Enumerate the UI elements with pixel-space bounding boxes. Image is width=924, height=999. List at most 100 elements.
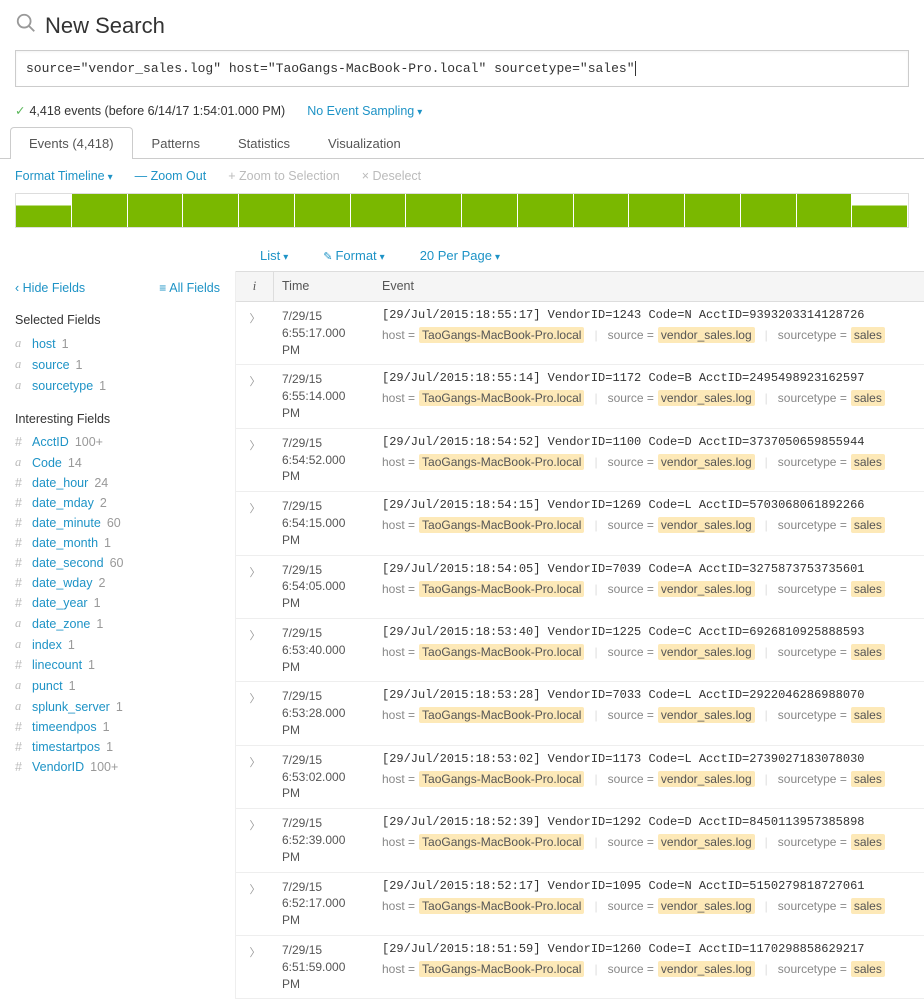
expand-event-button[interactable]: 〉 xyxy=(236,942,274,992)
timeline-segment[interactable] xyxy=(518,194,574,227)
zoom-out-button[interactable]: — Zoom Out xyxy=(135,169,207,183)
meta-host[interactable]: TaoGangs-MacBook-Pro.local xyxy=(419,581,584,597)
hide-fields-button[interactable]: ‹ Hide Fields xyxy=(15,281,85,295)
event-raw[interactable]: [29/Jul/2015:18:55:17] VendorID=1243 Cod… xyxy=(382,308,916,322)
meta-sourcetype[interactable]: sales xyxy=(851,961,885,977)
field-item-Code[interactable]: aCode14 xyxy=(15,452,220,473)
events-col-event[interactable]: Event xyxy=(374,272,924,301)
meta-source[interactable]: vendor_sales.log xyxy=(658,834,755,850)
search-input[interactable]: source="vendor_sales.log" host="TaoGangs… xyxy=(15,50,909,87)
meta-source[interactable]: vendor_sales.log xyxy=(658,898,755,914)
field-item-date_second[interactable]: #date_second60 xyxy=(15,553,220,573)
field-item-date_hour[interactable]: #date_hour24 xyxy=(15,473,220,493)
event-raw[interactable]: [29/Jul/2015:18:52:17] VendorID=1095 Cod… xyxy=(382,879,916,893)
expand-event-button[interactable]: 〉 xyxy=(236,435,274,485)
meta-source[interactable]: vendor_sales.log xyxy=(658,644,755,660)
timeline-segment[interactable] xyxy=(295,194,351,227)
timeline-segment[interactable] xyxy=(462,194,518,227)
tab-events[interactable]: Events (4,418) xyxy=(10,127,133,159)
meta-sourcetype[interactable]: sales xyxy=(851,327,885,343)
meta-host[interactable]: TaoGangs-MacBook-Pro.local xyxy=(419,834,584,850)
field-item-date_zone[interactable]: adate_zone1 xyxy=(15,613,220,634)
meta-host[interactable]: TaoGangs-MacBook-Pro.local xyxy=(419,707,584,723)
field-item-AcctID[interactable]: #AcctID100+ xyxy=(15,432,220,452)
meta-sourcetype[interactable]: sales xyxy=(851,644,885,660)
timeline-segment[interactable] xyxy=(72,194,128,227)
event-raw[interactable]: [29/Jul/2015:18:53:40] VendorID=1225 Cod… xyxy=(382,625,916,639)
meta-host[interactable]: TaoGangs-MacBook-Pro.local xyxy=(419,327,584,343)
timeline-segment[interactable] xyxy=(685,194,741,227)
all-fields-button[interactable]: ≡All Fields xyxy=(159,281,220,295)
expand-event-button[interactable]: 〉 xyxy=(236,562,274,612)
timeline[interactable] xyxy=(15,193,909,228)
meta-sourcetype[interactable]: sales xyxy=(851,834,885,850)
meta-source[interactable]: vendor_sales.log xyxy=(658,581,755,597)
meta-host[interactable]: TaoGangs-MacBook-Pro.local xyxy=(419,454,584,470)
timeline-segment[interactable] xyxy=(16,194,72,227)
field-item-index[interactable]: aindex1 xyxy=(15,634,220,655)
field-item-date_minute[interactable]: #date_minute60 xyxy=(15,513,220,533)
event-raw[interactable]: [29/Jul/2015:18:54:05] VendorID=7039 Cod… xyxy=(382,562,916,576)
field-item-date_year[interactable]: #date_year1 xyxy=(15,593,220,613)
timeline-segment[interactable] xyxy=(741,194,797,227)
meta-host[interactable]: TaoGangs-MacBook-Pro.local xyxy=(419,771,584,787)
field-item-splunk_server[interactable]: asplunk_server1 xyxy=(15,696,220,717)
expand-event-button[interactable]: 〉 xyxy=(236,815,274,865)
event-raw[interactable]: [29/Jul/2015:18:52:39] VendorID=1292 Cod… xyxy=(382,815,916,829)
event-raw[interactable]: [29/Jul/2015:18:54:52] VendorID=1100 Cod… xyxy=(382,435,916,449)
timeline-segment[interactable] xyxy=(239,194,295,227)
field-item-VendorID[interactable]: #VendorID100+ xyxy=(15,757,220,777)
event-sampling-dropdown[interactable]: No Event Sampling▾ xyxy=(307,104,422,118)
meta-sourcetype[interactable]: sales xyxy=(851,454,885,470)
field-item-source[interactable]: asource1 xyxy=(15,354,220,375)
meta-source[interactable]: vendor_sales.log xyxy=(658,771,755,787)
meta-host[interactable]: TaoGangs-MacBook-Pro.local xyxy=(419,898,584,914)
meta-host[interactable]: TaoGangs-MacBook-Pro.local xyxy=(419,390,584,406)
per-page-dropdown[interactable]: 20 Per Page▾ xyxy=(420,248,500,263)
expand-event-button[interactable]: 〉 xyxy=(236,308,274,358)
expand-event-button[interactable]: 〉 xyxy=(236,752,274,802)
meta-source[interactable]: vendor_sales.log xyxy=(658,517,755,533)
timeline-segment[interactable] xyxy=(351,194,407,227)
meta-host[interactable]: TaoGangs-MacBook-Pro.local xyxy=(419,961,584,977)
meta-source[interactable]: vendor_sales.log xyxy=(658,390,755,406)
field-item-date_wday[interactable]: #date_wday2 xyxy=(15,573,220,593)
meta-sourcetype[interactable]: sales xyxy=(851,898,885,914)
event-raw[interactable]: [29/Jul/2015:18:53:02] VendorID=1173 Cod… xyxy=(382,752,916,766)
meta-host[interactable]: TaoGangs-MacBook-Pro.local xyxy=(419,644,584,660)
field-item-date_mday[interactable]: #date_mday2 xyxy=(15,493,220,513)
field-item-linecount[interactable]: #linecount1 xyxy=(15,655,220,675)
timeline-segment[interactable] xyxy=(406,194,462,227)
meta-sourcetype[interactable]: sales xyxy=(851,771,885,787)
expand-event-button[interactable]: 〉 xyxy=(236,625,274,675)
meta-source[interactable]: vendor_sales.log xyxy=(658,707,755,723)
field-item-timestartpos[interactable]: #timestartpos1 xyxy=(15,737,220,757)
field-item-host[interactable]: ahost1 xyxy=(15,333,220,354)
meta-sourcetype[interactable]: sales xyxy=(851,581,885,597)
field-item-timeendpos[interactable]: #timeendpos1 xyxy=(15,717,220,737)
meta-sourcetype[interactable]: sales xyxy=(851,707,885,723)
meta-source[interactable]: vendor_sales.log xyxy=(658,327,755,343)
tab-visualization[interactable]: Visualization xyxy=(309,127,420,159)
timeline-segment[interactable] xyxy=(852,194,908,227)
format-dropdown[interactable]: ✎Format▾ xyxy=(323,248,384,263)
expand-event-button[interactable]: 〉 xyxy=(236,371,274,421)
timeline-segment[interactable] xyxy=(629,194,685,227)
events-col-i[interactable]: i xyxy=(236,272,274,301)
list-view-dropdown[interactable]: List▾ xyxy=(260,248,288,263)
events-col-time[interactable]: Time xyxy=(274,272,374,301)
meta-sourcetype[interactable]: sales xyxy=(851,390,885,406)
event-raw[interactable]: [29/Jul/2015:18:54:15] VendorID=1269 Cod… xyxy=(382,498,916,512)
timeline-segment[interactable] xyxy=(183,194,239,227)
meta-source[interactable]: vendor_sales.log xyxy=(658,454,755,470)
meta-host[interactable]: TaoGangs-MacBook-Pro.local xyxy=(419,517,584,533)
field-item-punct[interactable]: apunct1 xyxy=(15,675,220,696)
timeline-segment[interactable] xyxy=(128,194,184,227)
event-raw[interactable]: [29/Jul/2015:18:51:59] VendorID=1260 Cod… xyxy=(382,942,916,956)
expand-event-button[interactable]: 〉 xyxy=(236,879,274,929)
event-raw[interactable]: [29/Jul/2015:18:53:28] VendorID=7033 Cod… xyxy=(382,688,916,702)
meta-source[interactable]: vendor_sales.log xyxy=(658,961,755,977)
tab-patterns[interactable]: Patterns xyxy=(133,127,219,159)
field-item-date_month[interactable]: #date_month1 xyxy=(15,533,220,553)
timeline-segment[interactable] xyxy=(574,194,630,227)
